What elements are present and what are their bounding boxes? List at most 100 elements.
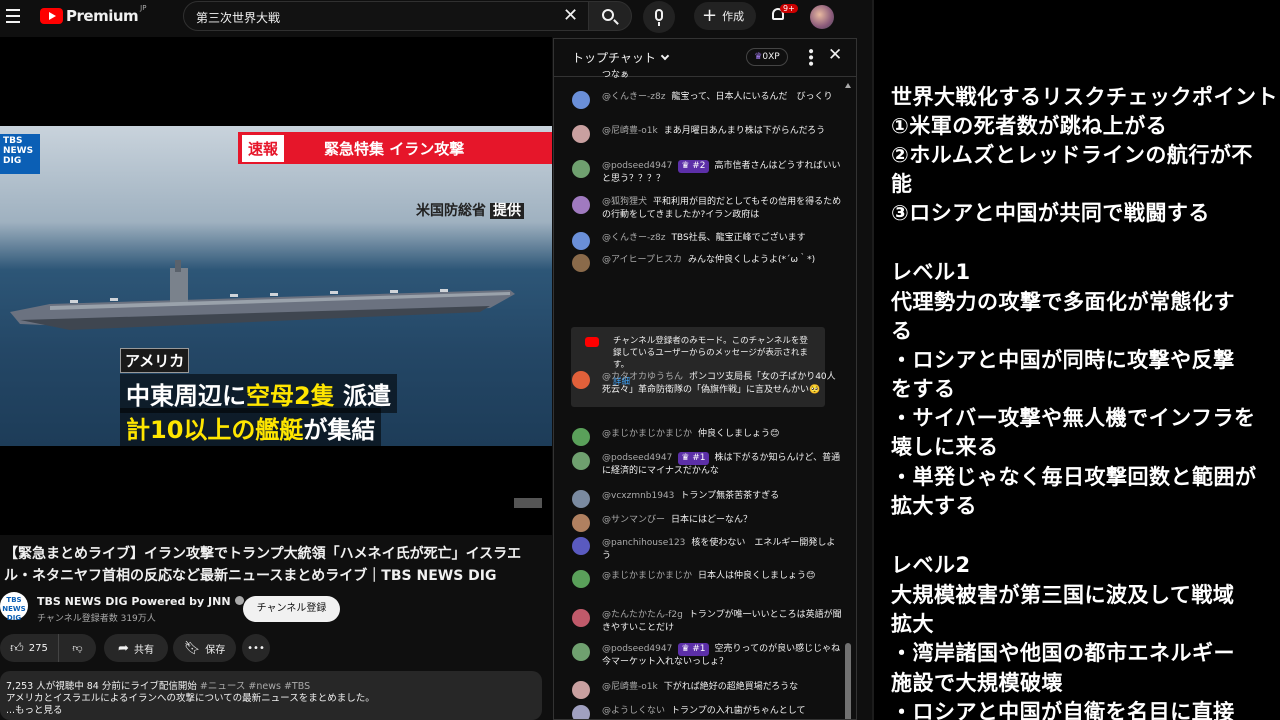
- chat-text: TBS社長、龍宝正峰でございます: [671, 233, 806, 243]
- subscribe-button[interactable]: チャンネル登録: [243, 596, 340, 622]
- channel-avatar[interactable]: TBS NEWS DIG: [0, 592, 28, 622]
- user-avatar[interactable]: [572, 232, 590, 250]
- chat-text: 日本にはどーなん？: [671, 515, 753, 525]
- chat-more-icon[interactable]: •••: [802, 47, 818, 66]
- user-avatar[interactable]: [572, 537, 590, 555]
- user-avatar[interactable]: [572, 196, 590, 214]
- chat-message[interactable]: @podseed4947 ♛ #2 高市信者さんはどうすればいいと思う？？？？: [572, 160, 842, 185]
- create-button[interactable]: + 作成: [694, 2, 756, 30]
- chat-message[interactable]: つなぁ: [572, 69, 842, 82]
- chat-author[interactable]: @vcxzmnb1943: [602, 491, 674, 501]
- rank-badge: ♛ #1: [678, 643, 709, 656]
- note-line: 世界大戦化するリスクチェックポイント: [891, 85, 1278, 109]
- close-icon[interactable]: ✕: [828, 45, 842, 65]
- chat-message[interactable]: @vcxzmnb1943 トランプ無茶苦茶すぎる: [572, 490, 842, 508]
- chat-author[interactable]: @ようしくない: [602, 706, 665, 716]
- chat-mode-dropdown[interactable]: トップチャット: [572, 49, 670, 66]
- rank-badge: ♛ #1: [678, 452, 709, 465]
- chat-author[interactable]: @podseed4947: [602, 161, 672, 171]
- video-player[interactable]: TBS NEWS DIG 速報 緊急特集 イラン攻撃 米国防総省 提供 アメリカ …: [0, 37, 552, 535]
- user-avatar[interactable]: [572, 609, 590, 627]
- scroll-up-icon[interactable]: [845, 83, 851, 88]
- more-horiz-icon: •••: [247, 642, 265, 654]
- verified-icon: [234, 596, 244, 605]
- user-avatar[interactable]: [572, 514, 590, 532]
- chat-message[interactable]: @くんきー-z8z 龍宝って、日本人にいるんだ びっくり: [572, 91, 842, 109]
- chat-author[interactable]: @アイヒープヒスカ: [602, 255, 682, 265]
- user-avatar[interactable]: [572, 681, 590, 699]
- chat-message[interactable]: @podseed4947 ♛ #1 空売りってのが良い感じじゃね 今マーケット入れな…: [572, 643, 849, 668]
- save-button[interactable]: 🔖︎ 保存: [173, 634, 236, 662]
- description-box[interactable]: 7,253 人が視聴中 84 分前にライブ配信開始 #ニュース #news #T…: [0, 671, 542, 720]
- user-avatar[interactable]: [572, 490, 590, 508]
- chat-author[interactable]: @カタオカゆうちん: [602, 372, 683, 382]
- user-avatar[interactable]: [572, 705, 590, 719]
- show-more-link[interactable]: ...もっと見る: [6, 705, 536, 717]
- chat-author[interactable]: @podseed4947: [602, 453, 672, 463]
- chat-author[interactable]: @まじかまじかまじか: [602, 571, 692, 581]
- search-input[interactable]: 第三次世界大戦: [183, 1, 590, 31]
- note-line: ②ホルムズとレッドラインの航行が不: [891, 143, 1253, 167]
- chat-text: 龍宝って、日本人にいるんだ びっくり: [671, 92, 833, 102]
- thumbs-up-icon: 👍︎: [10, 640, 24, 656]
- chat-message[interactable]: @podseed4947 ♛ #1 株は下がるか知らんけど、普通に経済的にマイナスだ…: [572, 452, 842, 477]
- chat-author[interactable]: @狐狗狸犬: [602, 197, 647, 207]
- user-avatar[interactable]: [572, 428, 590, 446]
- chat-author[interactable]: @サンマンびー: [602, 515, 665, 525]
- chat-author[interactable]: @くんきー-z8z: [602, 92, 665, 102]
- search-button[interactable]: [588, 1, 632, 31]
- clear-search-icon[interactable]: ✕: [563, 5, 578, 26]
- user-avatar[interactable]: [572, 91, 590, 109]
- chat-author[interactable]: @podseed4947: [602, 644, 672, 654]
- chat-message[interactable]: @たんたかたん-f2g トランプが唯一いいところは英語が聞きやすいことだけ: [572, 609, 842, 634]
- chat-author[interactable]: @尼崎豊-o1k: [602, 126, 658, 136]
- xp-pill[interactable]: ♛0XP: [746, 48, 788, 66]
- user-avatar[interactable]: [572, 254, 590, 272]
- note-line: ・ロシアと中国が自衛を名目に直接: [891, 700, 1235, 720]
- voice-search-button[interactable]: [643, 1, 675, 33]
- chat-message[interactable]: @狐狗狸犬 平和利用が目的だとしてもその信用を得るための行動をしてきましたか?イラ…: [572, 196, 842, 221]
- user-avatar[interactable]: [572, 125, 590, 143]
- like-button[interactable]: 👍︎ 275: [0, 634, 58, 662]
- brand-label: Premium: [66, 7, 139, 25]
- chat-author[interactable]: @くんきー-z8z: [602, 233, 665, 243]
- user-avatar[interactable]: [572, 570, 590, 588]
- more-actions-button[interactable]: •••: [242, 634, 270, 662]
- user-avatar[interactable]: [572, 452, 590, 470]
- subscriber-count: チャンネル登録者数 319万人: [37, 614, 156, 624]
- chat-author[interactable]: @たんたかたん-f2g: [602, 610, 683, 620]
- user-avatar[interactable]: [572, 643, 590, 661]
- hashtags[interactable]: #ニュース #news #TBS: [200, 681, 310, 692]
- chat-message[interactable]: @カタオカゆうちん ポンコツ支局長「女の子ばかり40人死云々」革命防衛隊の「偽旗作…: [572, 371, 842, 396]
- plus-icon: +: [702, 5, 718, 26]
- search-icon: [602, 9, 614, 21]
- chat-message[interactable]: @尼崎豊-o1k 下がれば絶好の超絶買場だろうな: [572, 681, 842, 699]
- user-avatar[interactable]: [572, 160, 590, 178]
- dislike-button[interactable]: 👎︎: [58, 634, 96, 662]
- user-avatar[interactable]: [572, 371, 590, 389]
- footage-credit: 米国防総省 提供: [416, 200, 524, 220]
- chat-message[interactable]: @サンマンびー 日本にはどーなん？: [572, 514, 842, 532]
- chat-text: 日本人は仲良くしましょう😊: [698, 571, 816, 581]
- chat-message[interactable]: @panchihouse123 核を使わない エネルギー開発しよう: [572, 537, 842, 562]
- chat-message[interactable]: @アイヒープヒスカ みんな仲良くしようよ(*´ω｀*): [572, 254, 842, 272]
- chat-author[interactable]: @まじかまじかまじか: [602, 429, 692, 439]
- share-icon: ➦: [118, 640, 129, 656]
- chat-message[interactable]: @まじかまじかまじか 日本人は仲良くしましょう😊: [572, 570, 842, 588]
- flash-label: 速報: [242, 134, 285, 162]
- note-line: ③ロシアと中国が共同で戦闘する: [891, 201, 1210, 225]
- chat-message[interactable]: @くんきー-z8z TBS社長、龍宝正峰でございます: [572, 232, 842, 250]
- chat-message[interactable]: @ようしくない トランプの入れ歯がちゃんとして: [572, 705, 842, 719]
- menu-icon[interactable]: [6, 9, 20, 23]
- chat-scrollbar[interactable]: [845, 83, 851, 719]
- youtube-logo[interactable]: Premium JP: [40, 4, 146, 26]
- search-query[interactable]: 第三次世界大戦: [196, 9, 280, 26]
- chat-author[interactable]: @panchihouse123: [602, 538, 685, 548]
- share-button[interactable]: ➦ 共有: [104, 634, 168, 662]
- channel-name[interactable]: TBS NEWS DIG Powered by JNN: [37, 595, 244, 608]
- chat-author[interactable]: @尼崎豊-o1k: [602, 682, 658, 692]
- chat-text: みんな仲良くしようよ(*´ω｀*): [688, 255, 816, 265]
- chat-message[interactable]: @まじかまじかまじか 仲良くしましょう😊: [572, 428, 842, 446]
- chat-message[interactable]: @尼崎豊-o1k まあ月曜日あんまり株は下がらんだろう: [572, 125, 842, 143]
- account-avatar[interactable]: [810, 5, 834, 29]
